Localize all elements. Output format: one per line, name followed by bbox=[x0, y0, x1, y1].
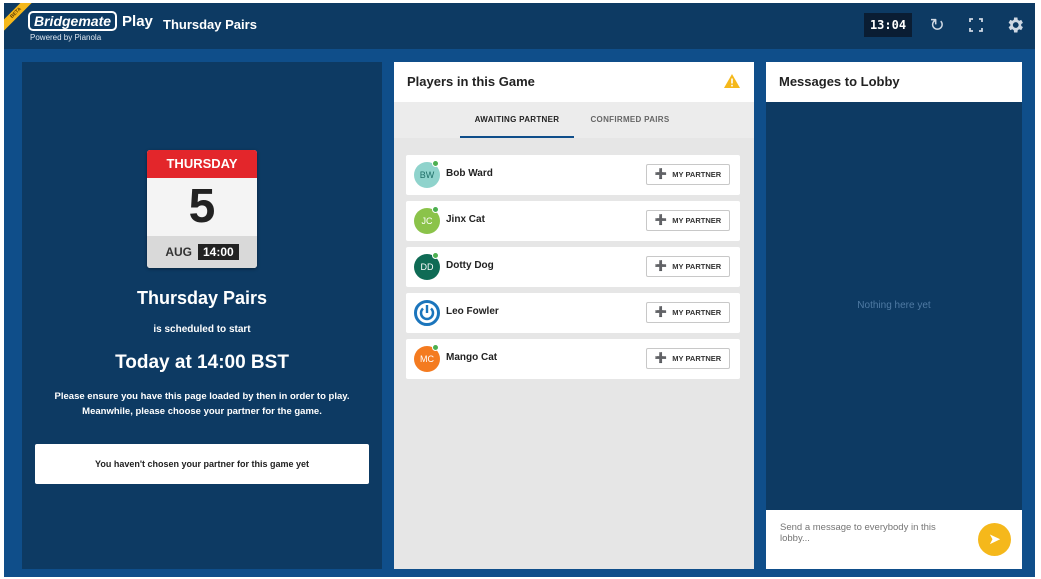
scheduled-text: is scheduled to start bbox=[153, 324, 251, 335]
tab-awaiting-partner[interactable]: AWAITING PARTNER bbox=[460, 102, 574, 138]
my-partner-button[interactable]: ➕ MY PARTNER bbox=[646, 302, 730, 323]
player-row-bob-ward: BW Bob Ward ➕ MY PARTNER bbox=[406, 155, 740, 195]
calendar-footer: AUG 14:00 bbox=[147, 236, 257, 268]
player-row-mango-cat: MC Mango Cat ➕ MY PARTNER bbox=[406, 339, 740, 379]
add-person-icon: ➕ bbox=[654, 353, 668, 364]
start-time-text: Today at 14:00 BST bbox=[115, 352, 289, 373]
my-partner-label: MY PARTNER bbox=[672, 216, 722, 225]
player-name: Mango Cat bbox=[446, 352, 498, 363]
fullscreen-icon[interactable] bbox=[964, 13, 988, 37]
message-composer: ➤ bbox=[766, 510, 1022, 569]
players-panel-title: Players in this Game bbox=[407, 74, 535, 89]
calendar-time: 14:00 bbox=[197, 244, 239, 260]
online-status-dot bbox=[432, 160, 439, 167]
calendar-day: 5 bbox=[188, 180, 216, 233]
top-bar: BETA Bridgemate Play Powered by Pianola … bbox=[4, 3, 1035, 49]
add-person-icon: ➕ bbox=[654, 261, 668, 272]
player-row-leo-fowler: Leo Fowler ➕ MY PARTNER bbox=[406, 293, 740, 333]
add-person-icon: ➕ bbox=[654, 307, 668, 318]
add-person-icon: ➕ bbox=[654, 169, 668, 180]
refresh-icon[interactable]: ↻ bbox=[925, 13, 949, 37]
player-row-jinx-cat: JC Jinx Cat ➕ MY PARTNER bbox=[406, 201, 740, 241]
warning-icon[interactable] bbox=[724, 74, 740, 88]
players-panel-header: Players in this Game bbox=[394, 62, 754, 102]
lobby-messages-panel: Messages to Lobby Nothing here yet ➤ bbox=[766, 62, 1022, 569]
player-name: Dotty Dog bbox=[446, 260, 494, 271]
instructions-text: Please ensure you have this page loaded … bbox=[54, 391, 350, 417]
my-partner-label: MY PARTNER bbox=[672, 308, 722, 317]
logo-play-text: Play bbox=[122, 12, 153, 30]
my-partner-label: MY PARTNER bbox=[672, 354, 722, 363]
my-partner-button[interactable]: ➕ MY PARTNER bbox=[646, 256, 730, 277]
online-status-dot bbox=[432, 206, 439, 213]
power-logo-avatar bbox=[414, 300, 440, 326]
empty-messages-text: Nothing here yet bbox=[857, 300, 931, 311]
my-partner-button[interactable]: ➕ MY PARTNER bbox=[646, 348, 730, 369]
player-row-dotty-dog: DD Dotty Dog ➕ MY PARTNER bbox=[406, 247, 740, 287]
online-status-dot bbox=[432, 344, 439, 351]
online-status-dot bbox=[432, 252, 439, 259]
player-name: Jinx Cat bbox=[446, 214, 485, 225]
logo-wordmark: Bridgemate bbox=[28, 11, 118, 31]
players-panel: Players in this Game AWAITING PARTNER CO… bbox=[394, 62, 754, 569]
players-tabs: AWAITING PARTNER CONFIRMED PAIRS bbox=[394, 102, 754, 138]
add-person-icon: ➕ bbox=[654, 215, 668, 226]
header-event-title: Thursday Pairs bbox=[163, 17, 257, 32]
calendar-month: AUG bbox=[165, 245, 192, 259]
game-name: Thursday Pairs bbox=[136, 288, 268, 308]
player-name: Bob Ward bbox=[446, 168, 493, 179]
app-logo: Bridgemate Play bbox=[28, 11, 153, 31]
player-name: Leo Fowler bbox=[446, 306, 499, 317]
event-info-panel: THURSDAY 5 AUG 14:00 Thursday Pairs is s… bbox=[22, 62, 382, 569]
settings-gear-icon[interactable] bbox=[1003, 13, 1027, 37]
my-partner-label: MY PARTNER bbox=[672, 262, 722, 271]
my-partner-button[interactable]: ➕ MY PARTNER bbox=[646, 164, 730, 185]
app-frame: BETA Bridgemate Play Powered by Pianola … bbox=[4, 3, 1035, 577]
send-button[interactable]: ➤ bbox=[978, 523, 1011, 556]
powered-by-text: Powered by Pianola bbox=[30, 33, 102, 42]
tab-confirmed-pairs[interactable]: CONFIRMED PAIRS bbox=[578, 102, 682, 138]
lobby-messages-title: Messages to Lobby bbox=[779, 74, 900, 89]
lobby-messages-header: Messages to Lobby bbox=[766, 62, 1022, 102]
calendar-card: THURSDAY 5 AUG 14:00 bbox=[147, 150, 257, 268]
clock-display: 13:04 bbox=[864, 13, 912, 37]
send-icon: ➤ bbox=[988, 531, 1001, 548]
calendar-weekday: THURSDAY bbox=[147, 150, 257, 178]
my-partner-button[interactable]: ➕ MY PARTNER bbox=[646, 210, 730, 231]
partner-status-box: You haven't chosen your partner for this… bbox=[35, 444, 369, 484]
my-partner-label: MY PARTNER bbox=[672, 170, 722, 179]
message-input[interactable] bbox=[780, 522, 964, 558]
